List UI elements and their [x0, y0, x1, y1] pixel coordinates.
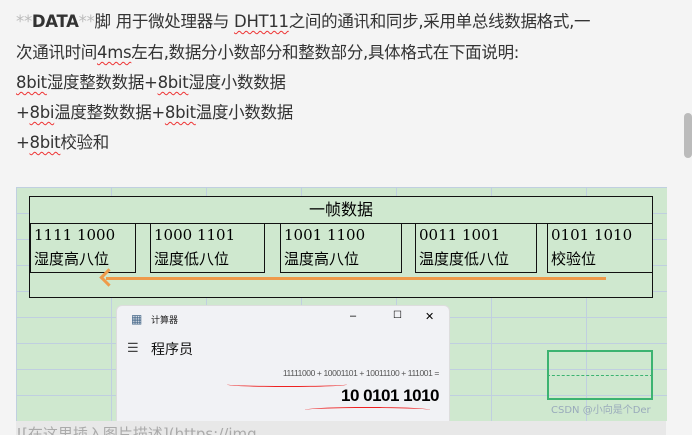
cell-humidity-high: 1111 1000 湿度高八位 — [30, 223, 136, 273]
calculator-window: ▦ 计算器 – ☐ ✕ ☰ 程序员 11111000 + 10001101 + … — [116, 305, 450, 423]
bold-text: DATA — [31, 12, 79, 31]
text: 温度整数数据+ — [54, 103, 165, 122]
label: 湿度高八位 — [34, 250, 110, 268]
text: + — [16, 103, 30, 122]
image-markdown-text: ![在这里插入图片描述](https://img — [16, 421, 666, 435]
bits: 1000 1101 — [154, 226, 236, 244]
text: 8bit — [16, 73, 47, 92]
watermark: CSDN @小向是个Der — [551, 405, 651, 416]
red-underline — [305, 407, 430, 413]
text: 8bit — [164, 103, 196, 122]
text: + — [16, 133, 30, 152]
md-marker: ** — [16, 12, 32, 31]
frame-table: 一帧数据 1111 1000 湿度高八位 1000 1101 湿度低八位 1001 … — [29, 196, 653, 298]
expression: 11111000 + 10001101 + 10011100 + 111001 … — [282, 368, 440, 378]
text: 4ms — [97, 43, 132, 62]
frame-header: 一帧数据 — [30, 197, 652, 224]
text: DHT11 — [234, 12, 289, 31]
cell-humidity-low: 1000 1101 湿度低八位 — [150, 223, 265, 273]
md-marker: ** — [78, 12, 95, 31]
menu-icon[interactable]: ☰ — [127, 340, 139, 356]
result-display: 10 0101 1010 — [341, 386, 440, 405]
label: 温度度低八位 — [419, 250, 510, 268]
scrollbar-thumb[interactable] — [684, 113, 692, 158]
calculator-icon: ▦ — [131, 312, 143, 326]
arrow-left-icon — [106, 277, 606, 280]
paragraph-line-2: 次通讯时间4ms左右,数据分小数部分和整数部分,具体格式在下面说明: — [16, 39, 519, 63]
mode-title: 程序员 — [151, 341, 193, 357]
maximize-button[interactable]: ☐ — [393, 310, 402, 321]
cell-temp-low: 0011 1001 温度度低八位 — [415, 223, 537, 273]
label: 校验位 — [551, 250, 597, 268]
paragraph-line-1: **DATA**脚 用于微处理器与 DHT11之间的通讯和同步,采用单总线数据格… — [16, 8, 591, 32]
text: 左右,数据分小数部分和整数部分,具体格式在下面说明: — [131, 43, 520, 62]
bits: 1111 1000 — [34, 226, 116, 244]
paragraph-line-5: +8bit校验和 — [16, 129, 109, 153]
text: 8bit — [157, 73, 189, 92]
paragraph-line-3: 8bit湿度整数数据+8bit湿度小数数据 — [16, 69, 286, 93]
text: 脚 用于微处理器与 — [94, 12, 235, 31]
cell-temp-high: 1001 1100 温度高八位 — [280, 223, 402, 273]
text: 8bi — [29, 103, 55, 122]
selection-dashed — [547, 375, 653, 400]
bits: 0101 1010 — [551, 226, 633, 244]
cell-checksum: 0101 1010 校验位 — [547, 223, 653, 273]
bits: 1001 1100 — [284, 226, 366, 244]
label: 湿度低八位 — [154, 250, 230, 268]
text: 之间的通讯和同步,采用单总线数据格式,一 — [288, 12, 591, 31]
red-underline — [227, 382, 347, 387]
window-title: 计算器 — [151, 315, 179, 325]
embedded-image: 一帧数据 1111 1000 湿度高八位 1000 1101 湿度低八位 1001 … — [16, 187, 667, 423]
text: 湿度整数数据+ — [46, 73, 158, 92]
text: 次通讯时间 — [16, 43, 98, 62]
bits: 0011 1001 — [419, 226, 501, 244]
text: 8bit — [29, 133, 61, 152]
text: 校验和 — [60, 133, 109, 152]
paragraph-line-4: +8bi温度整数数据+8bit温度小数数据 — [16, 99, 293, 123]
minimize-button[interactable]: – — [350, 310, 356, 322]
text: 温度小数数据 — [195, 103, 294, 122]
text: 湿度小数数据 — [188, 73, 286, 92]
label: 温度高八位 — [284, 250, 360, 268]
close-button[interactable]: ✕ — [425, 310, 434, 323]
